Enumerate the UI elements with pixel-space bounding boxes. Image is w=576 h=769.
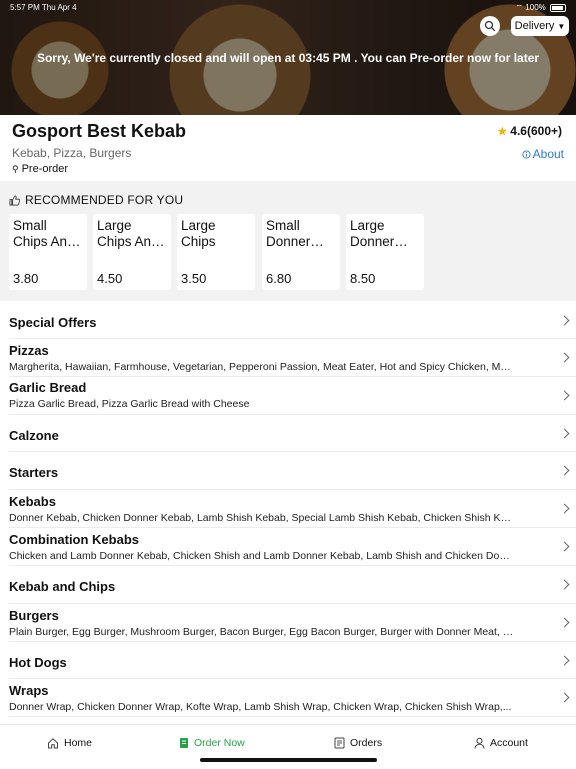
tab-account-label: Account	[490, 737, 528, 749]
closed-message: Sorry, We're currently closed and will o…	[36, 51, 540, 65]
recommended-item-price: 3.80	[13, 271, 39, 286]
category-title: Starters	[9, 465, 59, 480]
recommended-item-name: Small Donner Kebab	[266, 218, 311, 249]
chevron-right-icon	[559, 692, 570, 703]
status-battery: ⌔ 100%	[516, 3, 566, 13]
about-link[interactable]: About	[522, 147, 564, 161]
recommended-item-price: 6.80	[266, 271, 292, 286]
about-label: About	[532, 147, 564, 161]
recommended-item-name: Large Donner Kebab	[350, 218, 395, 249]
tab-orders[interactable]: Orders	[334, 737, 382, 749]
wifi-icon: ⌔	[515, 3, 524, 12]
star-icon: ★	[497, 125, 508, 138]
category-title: Wraps	[9, 683, 49, 698]
recommended-item-name: Large Chips	[181, 218, 216, 249]
chevron-right-icon	[559, 352, 570, 363]
menu-category-row[interactable]: Burgers Plain Burger, Egg Burger, Mushro…	[9, 604, 576, 642]
recommended-header: RECOMMENDED FOR YOU	[9, 193, 183, 207]
menu-category-row[interactable]: Calzone	[9, 415, 576, 452]
delivery-mode-label: Delivery	[514, 20, 555, 32]
category-title: Garlic Bread	[9, 380, 87, 395]
category-title: Kebabs	[9, 494, 56, 509]
home-icon	[48, 738, 58, 749]
menu-category-list: Special Offers Pizzas Margherita, Hawaii…	[0, 302, 576, 717]
category-title: Special Offers	[9, 315, 97, 330]
menu-book-icon	[180, 738, 188, 748]
restaurant-cuisines: Kebab, Pizza, Burgers	[12, 146, 132, 160]
delivery-mode-select[interactable]: Delivery ▼	[511, 16, 569, 36]
tab-home[interactable]: Home	[47, 737, 92, 749]
recommended-item-price: 3.50	[181, 271, 207, 286]
tab-home-label: Home	[64, 737, 93, 749]
chevron-right-icon	[559, 655, 570, 666]
chevron-down-icon: ▼	[557, 21, 566, 31]
search-button[interactable]	[480, 16, 500, 36]
restaurant-rating: ★ 4.6(600+)	[497, 124, 562, 138]
menu-category-row[interactable]: Kebab and Chips	[9, 566, 576, 604]
menu-category-row[interactable]: Wraps Donner Wrap, Chicken Donner Wrap, …	[9, 679, 576, 717]
chevron-right-icon	[559, 465, 570, 476]
recommended-card[interactable]: Large Chips And Cheese 4.50	[93, 214, 171, 290]
menu-category-row[interactable]: Kebabs Donner Kebab, Chicken Donner Keba…	[9, 490, 576, 528]
chevron-right-icon	[559, 579, 570, 590]
recommended-item-price: 8.50	[350, 271, 376, 286]
recommended-item-price: 4.50	[97, 271, 123, 286]
chevron-right-icon	[559, 617, 570, 628]
user-icon	[474, 737, 485, 749]
category-title: Calzone	[9, 428, 59, 443]
category-items: Donner Kebab, Chicken Donner Kebab, Lamb…	[9, 512, 515, 524]
recommended-card[interactable]: Large Donner Kebab 8.50	[346, 214, 424, 290]
category-title: Combination Kebabs	[9, 532, 140, 547]
home-indicator	[200, 758, 377, 762]
tab-orders-label: Orders	[350, 737, 383, 749]
menu-category-row[interactable]: Garlic Bread Pizza Garlic Bread, Pizza G…	[9, 377, 576, 415]
recommended-card[interactable]: Small Chips And Cheese 3.80	[9, 214, 87, 290]
recommended-item-name: Large Chips And Cheese	[97, 218, 159, 249]
bike-icon: ⚲	[12, 163, 19, 174]
recommended-card[interactable]: Large Chips 3.50	[177, 214, 255, 290]
receipt-icon	[334, 737, 345, 749]
recommended-item-name: Small Chips And Cheese	[13, 218, 75, 249]
menu-category-row[interactable]: Combination Kebabs Chicken and Lamb Donn…	[9, 528, 576, 566]
chevron-right-icon	[559, 503, 570, 514]
status-time: 5:57 PM Thu Apr 4	[10, 3, 77, 12]
category-items: Margherita, Hawaiian, Farmhouse, Vegetar…	[9, 361, 515, 373]
category-title: Hot Dogs	[9, 655, 67, 670]
battery-icon	[550, 3, 566, 12]
category-items: Plain Burger, Egg Burger, Mushroom Burge…	[9, 626, 515, 638]
restaurant-name: Gosport Best Kebab	[12, 121, 187, 141]
category-items: Pizza Garlic Bread, Pizza Garlic Bread w…	[9, 398, 250, 410]
menu-category-row[interactable]: Special Offers	[9, 302, 576, 339]
category-items: Donner Wrap, Chicken Donner Wrap, Kofte …	[9, 701, 512, 713]
menu-category-row[interactable]: Pizzas Margherita, Hawaiian, Farmhouse, …	[9, 339, 576, 377]
battery-percent: 100%	[525, 3, 546, 12]
menu-category-row[interactable]: Hot Dogs	[9, 642, 576, 679]
category-title: Burgers	[9, 608, 59, 623]
category-items: Chicken and Lamb Donner Kebab, Chicken S…	[9, 550, 515, 562]
category-title: Kebab and Chips	[9, 579, 116, 594]
info-icon	[522, 149, 531, 159]
status-bar: 5:57 PM Thu Apr 4 ⌔ 100%	[0, 2, 576, 14]
tab-order-now-label: Order Now	[194, 737, 245, 749]
thumbs-up-icon	[9, 195, 20, 205]
recommended-section: RECOMMENDED FOR YOU Small Chips And Chee…	[0, 181, 576, 301]
chevron-right-icon	[559, 315, 570, 326]
rating-value: 4.6(600+)	[510, 124, 562, 138]
recommended-title: RECOMMENDED FOR YOU	[25, 193, 184, 207]
chevron-right-icon	[559, 541, 570, 552]
search-icon	[484, 20, 496, 32]
category-title: Pizzas	[9, 343, 49, 358]
tab-order-now[interactable]: Order Now	[179, 737, 245, 749]
menu-category-row[interactable]: Starters	[9, 452, 576, 490]
chevron-right-icon	[559, 390, 570, 401]
bottom-tab-bar: Home Order Now Orders Account	[0, 724, 576, 769]
recommended-card[interactable]: Small Donner Kebab 6.80	[262, 214, 340, 290]
chevron-right-icon	[559, 428, 570, 439]
preorder-indicator: ⚲ Pre-order	[12, 163, 68, 175]
preorder-label: Pre-order	[21, 163, 69, 175]
tab-account[interactable]: Account	[474, 737, 528, 749]
